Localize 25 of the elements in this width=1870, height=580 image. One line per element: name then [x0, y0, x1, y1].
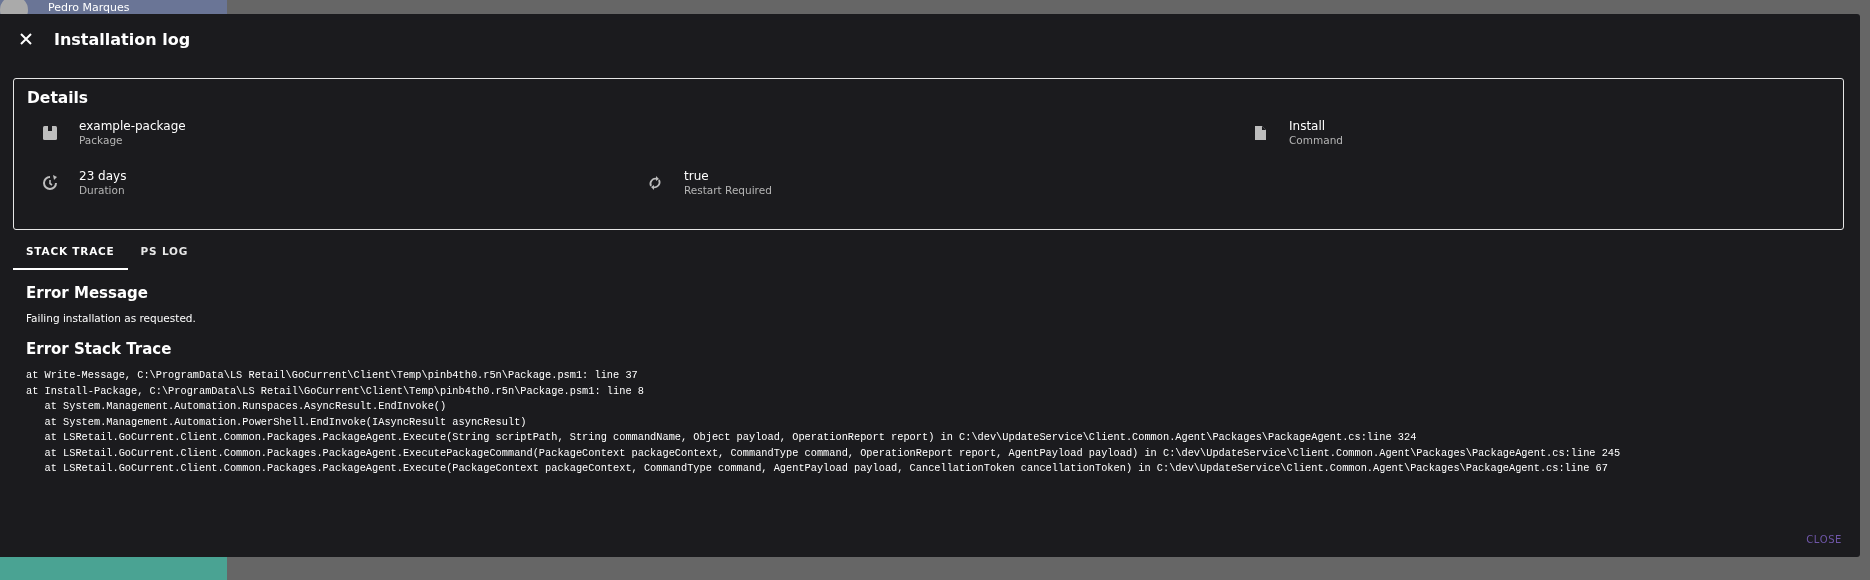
detail-value: 23 days [79, 169, 127, 184]
error-message: Failing installation as requested. [26, 312, 197, 324]
package-icon [41, 124, 59, 142]
detail-value: Install [1289, 119, 1327, 134]
stack-trace-line: at LSRetail.GoCurrent.Client.Common.Packages.PackageAgent.Execute(String scriptPath, String commandName, Object payload, OperationReport report) in C:\dev\UpdateService\Client.Common.Agent\Packages\PackageAgent.cs:line 324 [43, 430, 1418, 445]
user-name: Pedro Marques [48, 2, 130, 14]
stack-trace-line: at LSRetail.GoCurrent.Client.Common.Packages.PackageAgent.Execute(PackageContext packageContext, CommandType command, AgentPayload payload, CancellationToken cancellationToken) in C:\dev\UpdateService\Client.Common.Agent\Packages\PackageAgent.cs:line 67 [43, 461, 1609, 476]
tab[interactable]: STACK TRACE [13, 236, 128, 270]
detail-label: Duration [79, 184, 126, 197]
detail-value: example-package [79, 119, 186, 134]
detail-value: true [684, 169, 710, 184]
stack-trace-line: at Install-Package, C:\ProgramData\LS Retail\GoCurrent\Client\Temp\pinb4th0.r5n\Package.psm1: line 8 [26, 383, 645, 399]
stack-trace-line: at System.Management.Automation.Runspaces.AsyncResult.EndInvoke() [43, 399, 448, 414]
section-heading: Error Stack Trace [26, 340, 173, 358]
stack-trace-line: at System.Management.Automation.PowerShell.EndInvoke(IAsyncResult asyncResult) [43, 414, 528, 430]
stack-trace-line: at LSRetail.GoCurrent.Client.Common.Packages.PackageAgent.ExecutePackageCommand(PackageContext packageContext, CommandType command, OperationReport report, AgentPayload payload) in C:\dev\UpdateService\Client.Common.Agent\Packages\PackageAgent.cs:line 245 [43, 445, 1622, 461]
section-heading: Error Message [26, 284, 149, 302]
dialog-title: Installation log [54, 29, 191, 49]
detail-label: Package [79, 134, 124, 147]
detail-label: Command [1289, 134, 1343, 147]
duration-icon [41, 174, 59, 192]
stack-trace-line: at Write-Message, C:\ProgramData\LS Retail\GoCurrent\Client\Temp\pinb4th0.r5n\Package.psm1: line 37 [26, 368, 639, 383]
tab[interactable]: PS LOG [127, 236, 202, 270]
details-title: Details [27, 89, 90, 107]
detail-label: Restart Required [684, 184, 772, 197]
